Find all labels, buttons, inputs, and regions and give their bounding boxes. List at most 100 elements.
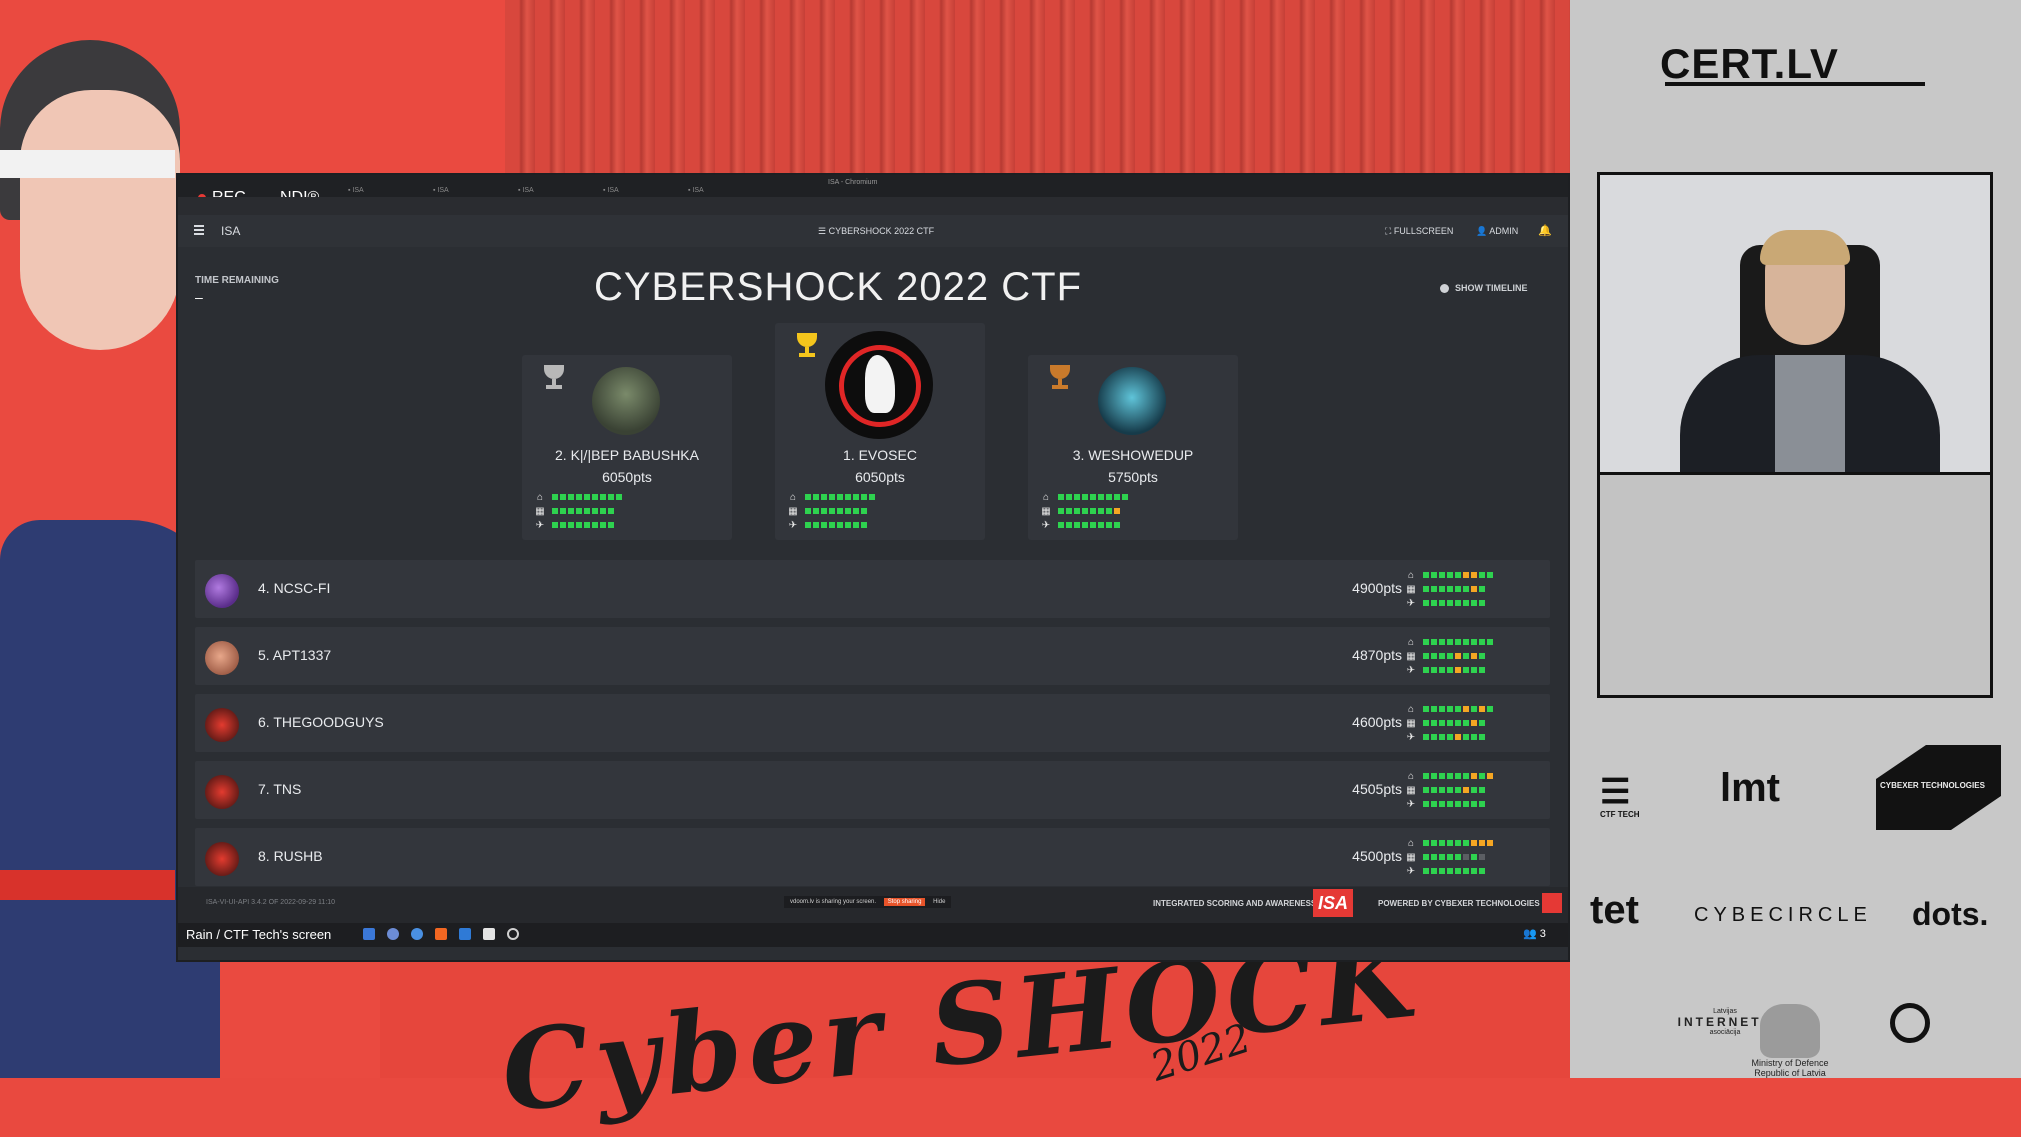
challenge-progress-bars: ⌂ ▦ ✈ <box>1405 635 1495 677</box>
time-remaining-value: – <box>195 289 203 305</box>
home-icon: ⌂ <box>1042 491 1050 503</box>
team-avatar <box>205 842 239 876</box>
participants-count: 3 <box>1539 928 1546 940</box>
character-face-art <box>20 90 180 350</box>
building-icon: ▦ <box>1406 583 1416 595</box>
challenge-progress-bars: ⌂ ▦ ✈ <box>1405 702 1495 744</box>
team-avatar <box>205 708 239 742</box>
powered-by-label: POWERED BY CYBEXER TECHNOLOGIES <box>1378 899 1540 908</box>
fullscreen-button[interactable]: ⛶ FULLSCREEN <box>1385 226 1453 237</box>
team-points: 4500pts <box>1352 848 1402 864</box>
team-points: 4505pts <box>1352 781 1402 797</box>
cert-lv-logo: CERT.LV <box>1660 40 1839 87</box>
cybexer-logo <box>1542 893 1562 913</box>
team-points: 4600pts <box>1352 714 1402 730</box>
team-avatar <box>205 574 239 608</box>
participants-indicator: 👥 3 <box>1523 927 1546 940</box>
hide-button[interactable]: Hide <box>933 899 945 905</box>
plane-icon: ✈ <box>788 519 798 531</box>
building-icon: ▦ <box>535 505 545 517</box>
admin-button[interactable]: 👤 ADMIN <box>1476 226 1518 237</box>
fullscreen-icon: ⛶ <box>1385 226 1394 236</box>
app-icon[interactable] <box>387 928 399 940</box>
home-icon: ⌂ <box>1407 837 1415 849</box>
people-icon: 👥 <box>1523 928 1540 940</box>
center-title-text: CYBERSHOCK 2022 CTF <box>828 226 935 236</box>
plane-icon: ✈ <box>1406 597 1416 609</box>
podium-team-name: 3. WESHOWEDUP <box>1072 447 1194 463</box>
browser-tab[interactable]: ▪ ISA <box>518 187 534 194</box>
leaderboard-row[interactable]: 5. APT1337 4870pts ⌂ ▦ ✈ <box>195 627 1550 685</box>
browser-tab[interactable]: ▪ ISA <box>348 187 364 194</box>
time-remaining-label: TIME REMAINING <box>195 275 279 286</box>
home-icon: ⌂ <box>1407 703 1415 715</box>
podium-card-first[interactable]: 1. EVOSEC 6050pts ⌂ ▦ ✈ <box>775 323 985 540</box>
team-name: 6. THEGOODGUYS <box>258 714 384 730</box>
stop-sharing-button[interactable]: Stop sharing <box>883 898 926 906</box>
brave-icon[interactable] <box>435 928 447 940</box>
show-timeline-button[interactable]: SHOW TIMELINE <box>1440 283 1528 293</box>
cybexer-logo: CYBEXER TECHNOLOGIES <box>1880 781 1985 790</box>
challenge-progress-bars: ⌂ ▦ ✈ <box>1405 769 1495 811</box>
challenge-progress-bars: ⌂ ▦ ✈ <box>1040 490 1130 532</box>
browser-tab[interactable]: ▪ ISA <box>603 187 619 194</box>
browser-address-bar[interactable] <box>178 197 1568 216</box>
integrated-scoring-label: INTEGRATED SCORING AND AWARENESS <box>1153 899 1317 908</box>
tet-logo: tet <box>1590 888 1639 932</box>
chromium-icon[interactable] <box>411 928 423 940</box>
home-icon: ⌂ <box>789 491 797 503</box>
plane-icon: ✈ <box>535 519 545 531</box>
podium-card-third[interactable]: 3. WESHOWEDUP 5750pts ⌂ ▦ ✈ <box>1028 355 1238 540</box>
hamburger-icon[interactable] <box>194 225 204 235</box>
browser-tab[interactable]: ▪ ISA <box>688 187 704 194</box>
leaderboard-row[interactable]: 4. NCSC-FI 4900pts ⌂ ▦ ✈ <box>195 560 1550 618</box>
app-header: ISA ☰ CYBERSHOCK 2022 CTF ⛶ FULLSCREEN 👤… <box>178 215 1568 247</box>
version-text: ISA-VI-UI-API 3.4.2 OF 2022-09-29 11:10 <box>206 899 336 906</box>
gold-trophy-icon <box>793 333 821 359</box>
building-icon: ▦ <box>788 505 798 517</box>
app-icon[interactable] <box>459 928 471 940</box>
clock-icon <box>1440 283 1449 293</box>
cert-lv-pulse-line <box>1665 82 1925 86</box>
os-taskbar: 👥 3 <box>178 923 1568 947</box>
leaderboard-row[interactable]: 6. THEGOODGUYS 4600pts ⌂ ▦ ✈ <box>195 694 1550 752</box>
admin-label: ADMIN <box>1489 226 1519 236</box>
dots-logo: dots. <box>1912 896 1989 932</box>
page-title: CYBERSHOCK 2022 CTF <box>593 265 1083 309</box>
app-brand[interactable]: ISA <box>221 224 240 238</box>
browser-tab[interactable]: ▪ ISA <box>433 187 449 194</box>
leaderboard-row[interactable]: 7. TNS 4505pts ⌂ ▦ ✈ <box>195 761 1550 819</box>
screen-share-label: Rain / CTF Tech's screen <box>186 927 332 942</box>
plane-icon: ✈ <box>1041 519 1051 531</box>
challenge-progress-bars: ⌂ ▦ ✈ <box>1405 568 1495 610</box>
center-title: ☰ CYBERSHOCK 2022 CTF <box>818 226 934 237</box>
plane-icon: ✈ <box>1406 798 1416 810</box>
home-icon: ⌂ <box>1407 636 1415 648</box>
building-icon: ▦ <box>1406 717 1416 729</box>
mod-line-1: Ministry of Defence <box>1751 1058 1829 1068</box>
leaderboard-row[interactable]: 8. RUSHB 4500pts ⌂ ▦ ✈ <box>195 828 1550 886</box>
team-points: 4900pts <box>1352 580 1402 596</box>
app-icon[interactable] <box>507 928 519 940</box>
vscode-icon[interactable] <box>363 928 375 940</box>
team-name: 5. APT1337 <box>258 647 332 663</box>
taskbar-apps <box>363 928 519 940</box>
notes-icon[interactable] <box>483 928 495 940</box>
shared-screen-window: ▪ ISA ▪ ISA ▪ ISA ▪ ISA ▪ ISA ISA - Chro… <box>178 175 1568 960</box>
podium-card-second[interactable]: 2. K|/|BEP BABUSHKA 6050pts ⌂ ▦ ✈ <box>522 355 732 540</box>
fullscreen-label: FULLSCREEN <box>1393 226 1454 236</box>
curtain-art <box>505 0 1570 175</box>
show-timeline-label: SHOW TIMELINE <box>1455 283 1528 293</box>
home-icon: ⌂ <box>1407 770 1415 782</box>
challenge-progress-bars: ⌂ ▦ ✈ <box>534 490 624 532</box>
empty-video-slot <box>1597 472 1993 698</box>
user-icon: 👤 <box>1476 226 1490 236</box>
plane-icon: ✈ <box>1406 731 1416 743</box>
challenge-progress-bars: ⌂ ▦ ✈ <box>787 490 877 532</box>
ctf-tech-logo: CTF TECH <box>1600 810 1640 819</box>
bell-icon[interactable]: 🔔 <box>1538 224 1552 237</box>
lmt-logo: lmt <box>1720 766 1780 810</box>
app-footer: ISA-VI-UI-API 3.4.2 OF 2022-09-29 11:10 … <box>178 887 1568 923</box>
building-icon: ▦ <box>1406 784 1416 796</box>
list-icon: ☰ <box>818 226 829 236</box>
